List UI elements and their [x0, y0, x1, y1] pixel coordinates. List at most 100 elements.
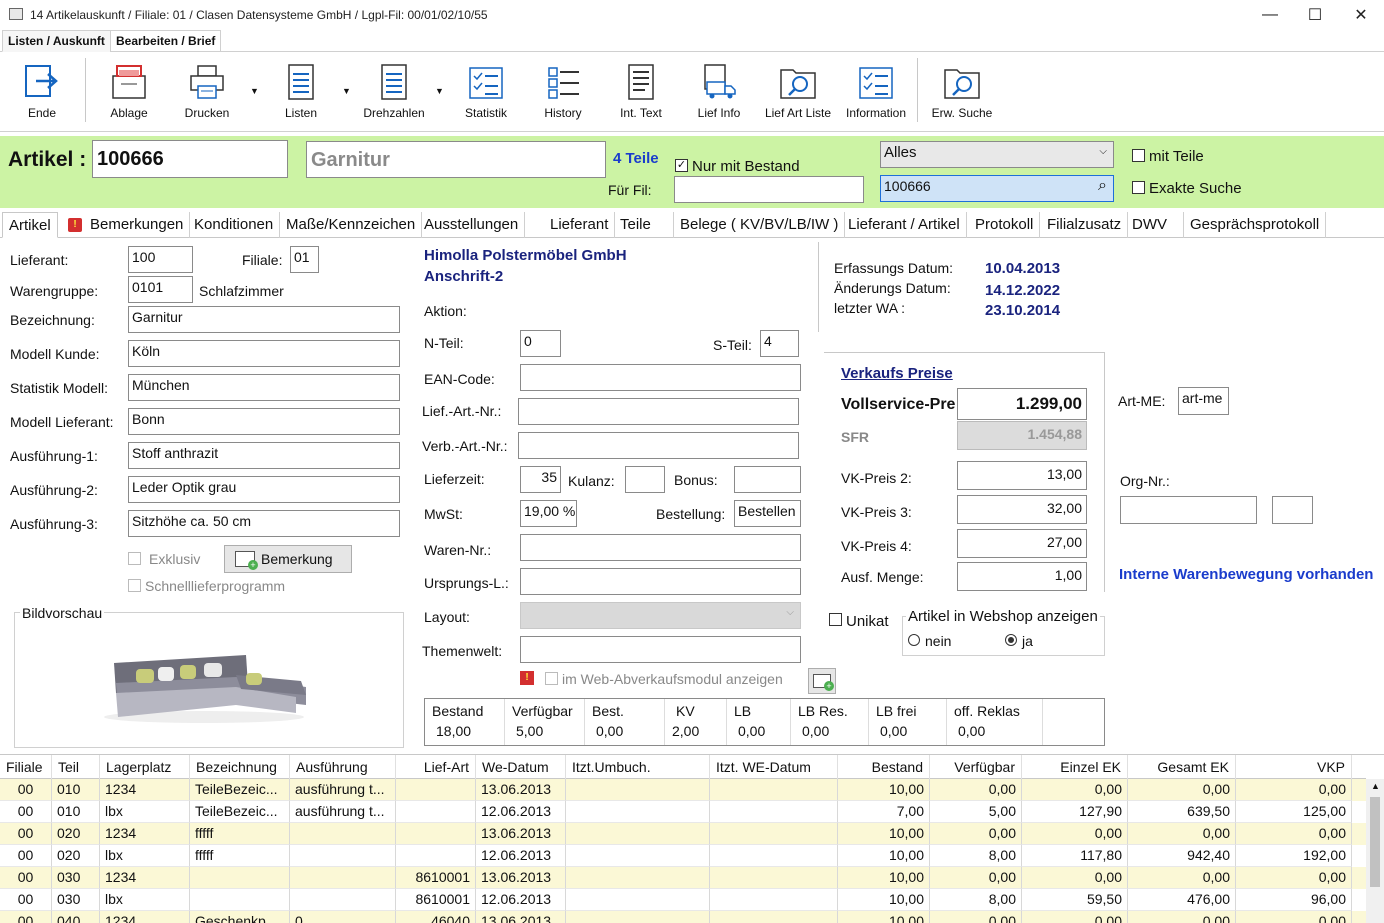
- search-input[interactable]: 100666 ⌕: [880, 175, 1114, 202]
- ja-radio[interactable]: [1005, 634, 1017, 646]
- int-text-button[interactable]: Int. Text: [616, 52, 666, 132]
- nein-radio[interactable]: [908, 634, 920, 646]
- column-header[interactable]: Itzt.Umbuch.: [566, 755, 710, 779]
- ursprung-input[interactable]: [520, 568, 801, 595]
- column-header[interactable]: Bestand: [838, 755, 930, 779]
- tab-dwv[interactable]: DWV: [1126, 212, 1184, 238]
- tab-masse[interactable]: Maße/Kennzeichen: [280, 212, 423, 238]
- modell-lieferant-input[interactable]: Bonn: [128, 408, 400, 435]
- tab-artikel[interactable]: Artikel: [2, 212, 58, 238]
- drehzahlen-button[interactable]: Drehzahlen: [360, 52, 428, 132]
- artikel-number-input[interactable]: 100666: [92, 140, 288, 178]
- close-button[interactable]: ✕: [1338, 0, 1384, 30]
- org-nr-input-2[interactable]: [1272, 496, 1313, 524]
- tab-konditionen[interactable]: Konditionen: [188, 212, 281, 238]
- maximize-button[interactable]: ☐: [1292, 0, 1338, 30]
- verb-art-input[interactable]: [518, 432, 799, 459]
- search-icon[interactable]: ⌕: [1098, 177, 1107, 195]
- vollservice-input[interactable]: 1.299,00: [957, 388, 1087, 420]
- column-header[interactable]: Verfügbar: [930, 755, 1022, 779]
- drehzahlen-dropdown-icon[interactable]: ▼: [435, 86, 444, 96]
- art-me-input[interactable]: art-me: [1178, 387, 1229, 415]
- table-row[interactable]: 00 020 lbx fffff 12.06.2013 10,00 8,00 117,80 94…: [0, 845, 1366, 867]
- ean-input[interactable]: [520, 364, 801, 391]
- tab-filialzusatz[interactable]: Filialzusatz: [1041, 212, 1129, 238]
- table-row[interactable]: 00 010 lbx TeileBezeic... ausführung t... 12.…: [0, 801, 1366, 823]
- steil-input[interactable]: 4: [760, 330, 799, 357]
- modell-kunde-input[interactable]: Köln: [128, 340, 400, 367]
- tab-lieferant[interactable]: Lieferant: [544, 212, 616, 238]
- listen-dropdown-icon[interactable]: ▼: [342, 86, 351, 96]
- drucken-dropdown-icon[interactable]: ▼: [250, 86, 259, 96]
- tab-protokoll[interactable]: Protokoll: [969, 212, 1041, 238]
- ribbon-tab-listen[interactable]: Listen / Auskunft: [2, 30, 111, 52]
- table-row[interactable]: 00 030 1234 8610001 13.06.2013 10,00 0,00 0,00 0…: [0, 867, 1366, 889]
- mwst-input[interactable]: 19,00 %: [520, 500, 577, 527]
- tab-ausstellungen[interactable]: Ausstellungen: [418, 212, 526, 238]
- bezeichnung-input[interactable]: Garnitur: [128, 306, 400, 333]
- warengruppe-input[interactable]: 0101: [128, 276, 193, 303]
- layout-select[interactable]: ⌵: [520, 602, 801, 629]
- web-abverkauf-button[interactable]: +: [808, 668, 836, 694]
- vk4-input[interactable]: 27,00: [957, 529, 1087, 558]
- column-header[interactable]: We-Datum: [476, 755, 566, 779]
- statistik-button[interactable]: Statistik: [460, 52, 512, 132]
- column-header[interactable]: Ausführung: [290, 755, 396, 779]
- ribbon-tab-bearbeiten[interactable]: Bearbeiten / Brief: [110, 30, 222, 52]
- waren-nr-input[interactable]: [520, 534, 801, 561]
- column-header[interactable]: Gesamt EK: [1128, 755, 1236, 779]
- bonus-input[interactable]: [734, 466, 801, 493]
- ende-button[interactable]: Ende: [18, 52, 66, 132]
- tab-lieferant-artikel[interactable]: Lieferant / Artikel: [842, 212, 967, 238]
- table-row[interactable]: 00 010 1234 TeileBezeic... ausführung t... 13…: [0, 779, 1366, 801]
- statistik-modell-input[interactable]: München: [128, 374, 400, 401]
- lief-art-liste-button[interactable]: Lief Art Liste: [762, 52, 834, 132]
- unikat-checkbox[interactable]: [829, 613, 842, 626]
- column-header[interactable]: VKP: [1236, 755, 1352, 779]
- column-header[interactable]: Einzel EK: [1022, 755, 1128, 779]
- ausfuehrung1-input[interactable]: Stoff anthrazit: [128, 442, 400, 469]
- mit-teile-checkbox[interactable]: [1132, 149, 1145, 162]
- lieferzeit-input[interactable]: 35: [520, 466, 561, 493]
- exakte-suche-checkbox[interactable]: [1132, 181, 1145, 194]
- ausfuehrung2-input[interactable]: Leder Optik grau: [128, 476, 400, 503]
- information-button[interactable]: Information: [842, 52, 910, 132]
- history-button[interactable]: History: [538, 52, 588, 132]
- tab-gespraechsprotokoll[interactable]: Gesprächsprotokoll: [1184, 212, 1327, 238]
- column-header[interactable]: Lagerplatz: [100, 755, 190, 779]
- table-row[interactable]: 00 030 lbx 8610001 12.06.2013 10,00 8,00 59,50 4…: [0, 889, 1366, 911]
- erw-suche-button[interactable]: Erw. Suche: [930, 52, 994, 132]
- bestellung-input[interactable]: Bestellen: [734, 500, 801, 527]
- nur-mit-bestand-checkbox[interactable]: ✓: [675, 159, 688, 172]
- column-header[interactable]: Bezeichnung: [190, 755, 290, 779]
- nteil-input[interactable]: 0: [520, 330, 561, 357]
- themenwelt-input[interactable]: [520, 636, 801, 663]
- filter-select[interactable]: Alles ⌵: [880, 141, 1114, 168]
- ausfuehrung3-input[interactable]: Sitzhöhe ca. 50 cm: [128, 510, 400, 537]
- table-row[interactable]: 00 020 1234 fffff 13.06.2013 10,00 0,00 0,00 0,0…: [0, 823, 1366, 845]
- lieferant-input[interactable]: 100: [128, 246, 193, 273]
- verkaufs-preise-link[interactable]: Verkaufs Preise: [841, 365, 953, 382]
- schnelllieferprogramm-checkbox[interactable]: [128, 579, 141, 592]
- vk2-input[interactable]: 13,00: [957, 461, 1087, 490]
- web-abverkauf-checkbox[interactable]: [545, 672, 558, 685]
- bemerkung-button[interactable]: + Bemerkung: [224, 545, 352, 573]
- exklusiv-checkbox[interactable]: [128, 552, 141, 565]
- kulanz-input[interactable]: [625, 466, 665, 493]
- minimize-button[interactable]: —: [1247, 0, 1293, 30]
- fuer-fil-input[interactable]: [674, 176, 864, 203]
- tab-teile[interactable]: Teile: [614, 212, 674, 238]
- tab-belege[interactable]: Belege ( KV/BV/LB/IW ): [674, 212, 846, 238]
- table-row[interactable]: 00 040 1234 Geschenkp... 0 46040 13.06.2013 10,…: [0, 911, 1366, 923]
- column-header[interactable]: Itzt. WE-Datum: [710, 755, 838, 779]
- column-header[interactable]: Filiale: [0, 755, 52, 779]
- filiale-input[interactable]: 01: [290, 246, 319, 273]
- listen-button[interactable]: Listen: [278, 52, 324, 132]
- column-header[interactable]: Lief-Art: [396, 755, 476, 779]
- ausf-menge-input[interactable]: 1,00: [957, 562, 1087, 591]
- lief-art-input[interactable]: [518, 398, 799, 425]
- column-header[interactable]: Teil: [52, 755, 100, 779]
- grid-scrollbar[interactable]: ▲: [1366, 779, 1384, 923]
- drucken-button[interactable]: Drucken: [182, 52, 232, 132]
- ablage-button[interactable]: Ablage: [104, 52, 154, 132]
